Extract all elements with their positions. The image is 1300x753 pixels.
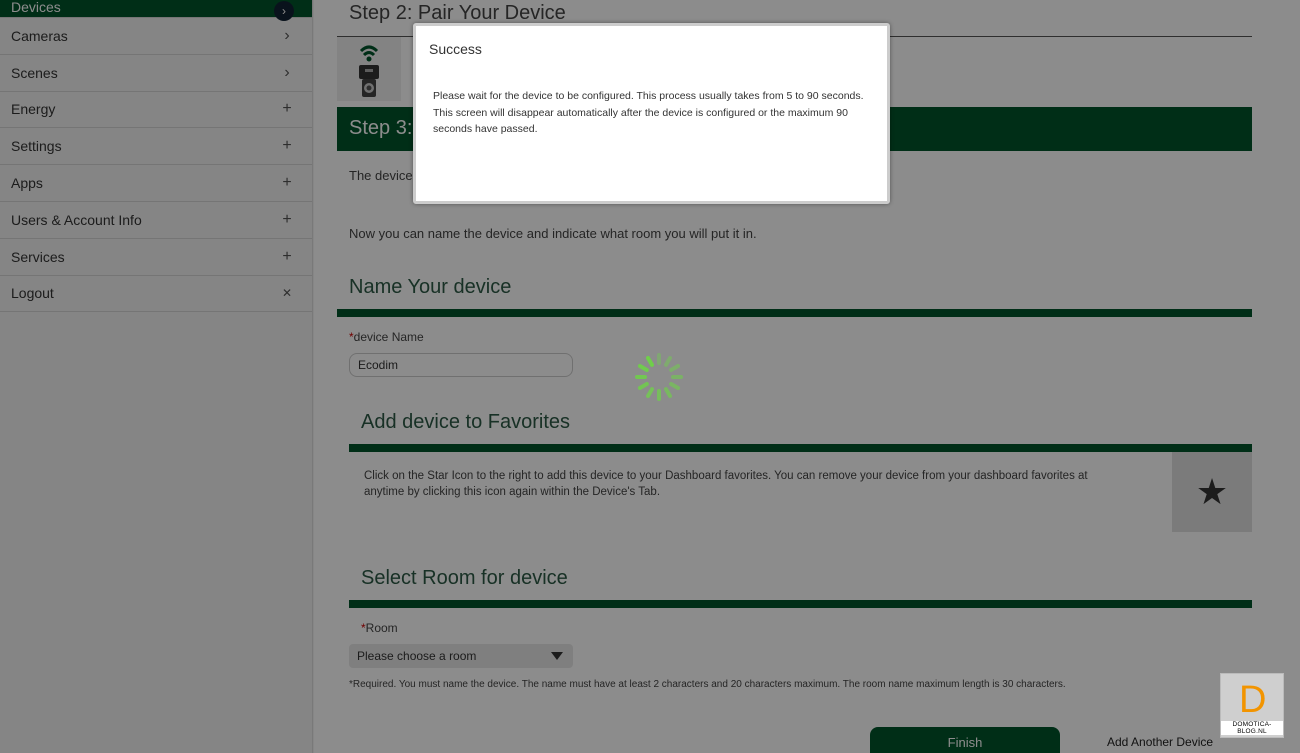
spinner-spoke (646, 355, 654, 367)
watermark-letter: D (1239, 679, 1267, 721)
spinner-spoke (664, 355, 672, 367)
spinner-spoke (646, 387, 654, 399)
watermark-text: DOMOTICA-BLOG.NL (1221, 721, 1283, 735)
spinner-spoke (657, 353, 661, 365)
spinner-spoke (637, 364, 649, 372)
dialog-title: Success (429, 41, 482, 57)
dialog-message: Please wait for the device to be configu… (433, 90, 864, 135)
spinner-spoke (657, 389, 661, 401)
loading-spinner-icon (635, 353, 683, 401)
success-dialog: Success Please wait for the device to be… (413, 23, 890, 204)
spinner-spoke (635, 375, 647, 379)
spinner-spoke (671, 375, 683, 379)
spinner-spoke (637, 382, 649, 390)
watermark-logo: D DOMOTICA-BLOG.NL (1220, 673, 1284, 738)
spinner-spoke (669, 364, 681, 372)
spinner-spoke (669, 382, 681, 390)
spinner-spoke (664, 387, 672, 399)
